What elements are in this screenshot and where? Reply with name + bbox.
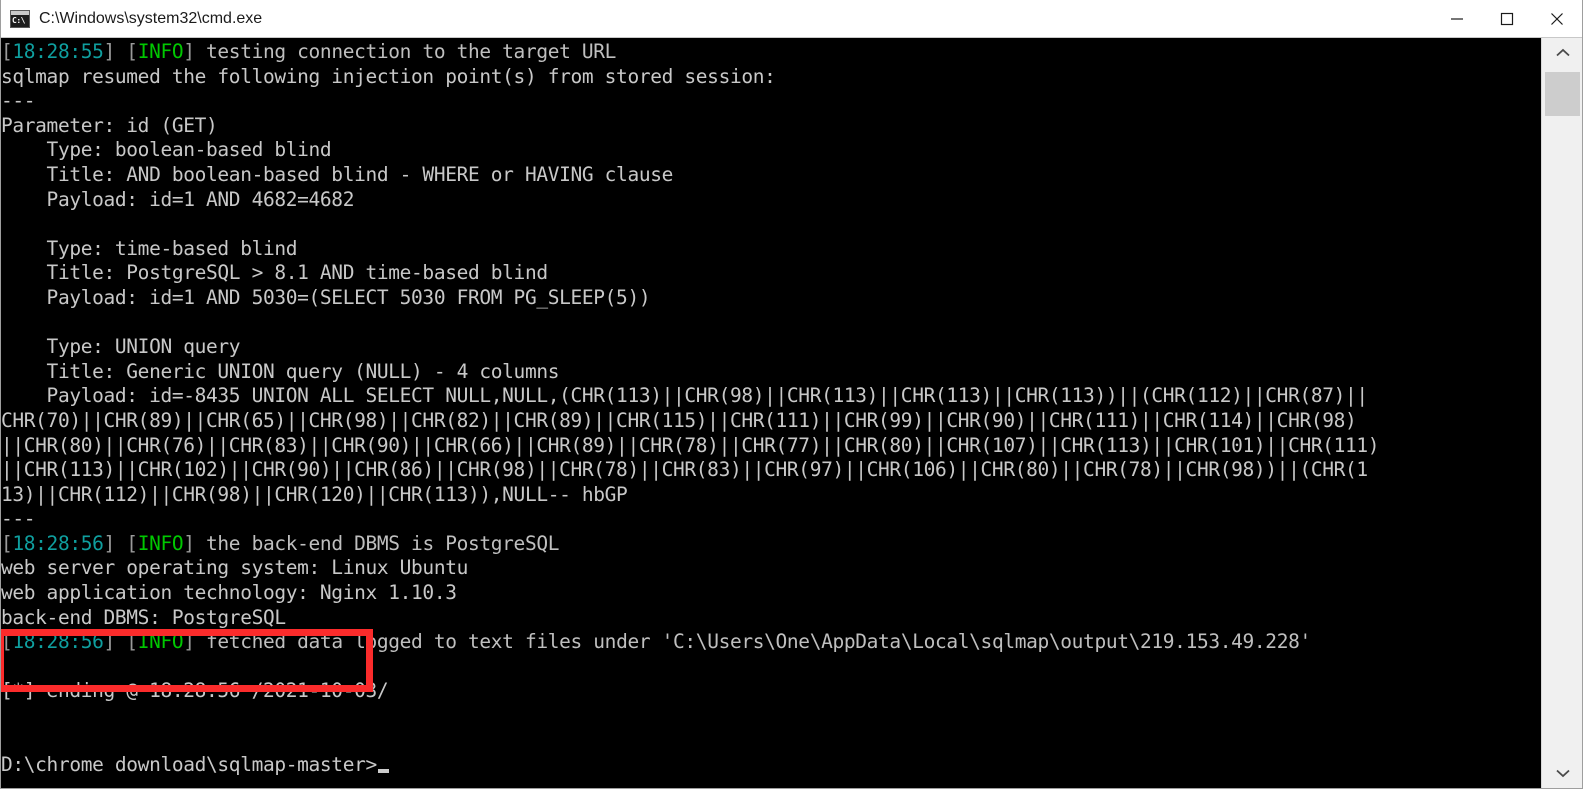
terminal-line: [*] ending @ 18:28:56 /2021-10-03/ [1,679,1541,704]
scroll-thumb[interactable] [1545,72,1580,116]
terminal-text-segment: D:\chrome download\sqlmap-master> [1,753,377,777]
terminal-line: Type: UNION query [1,335,1541,360]
terminal-line: [18:28:56] [INFO] fetched data logged to… [1,630,1541,655]
terminal-cursor [377,769,389,774]
vertical-scrollbar[interactable] [1541,38,1582,788]
terminal-text-segment: back-end DBMS: PostgreSQL [1,605,286,629]
terminal-text-segment: ||CHR(80)||CHR(76)||CHR(83)||CHR(90)||CH… [1,433,1380,457]
terminal-line: ||CHR(113)||CHR(102)||CHR(90)||CHR(86)||… [1,458,1541,483]
terminal-text-segment: Title: Generic UNION query (NULL) - 4 co… [1,359,560,383]
terminal-text-segment: web application technology: Nginx 1.10.3 [1,581,457,605]
terminal-text-segment: sqlmap resumed the following injection p… [1,64,776,88]
terminal-text-segment: ||CHR(113)||CHR(102)||CHR(90)||CHR(86)||… [1,458,1368,482]
terminal-line: ||CHR(80)||CHR(76)||CHR(83)||CHR(90)||CH… [1,434,1541,459]
terminal-text-segment: ] [ [103,40,139,63]
terminal-text-segment: Type: time-based blind [1,236,298,260]
terminal-line: back-end DBMS: PostgreSQL [1,606,1541,631]
terminal-text-segment: INFO [137,531,184,555]
cmd-window: C:\ C:\Windows\system32\cmd.exe [18:28:5… [0,0,1583,789]
terminal-line: Payload: id=1 AND 5030=(SELECT 5030 FROM… [1,286,1541,311]
terminal-text-segment: 18:28:55 [12,40,104,63]
minimize-button[interactable] [1432,0,1482,37]
terminal-text-segment: [ [1,630,13,654]
terminal-text-segment: Type: boolean-based blind [1,138,332,162]
maximize-icon [1500,12,1514,25]
terminal-line: [18:28:56] [INFO] the back-end DBMS is P… [1,532,1541,557]
terminal-text-segment: [ [1,40,13,63]
terminal-text-segment: Title: PostgreSQL > 8.1 AND time-based b… [1,261,549,285]
console-area: [18:28:55] [INFO] testing connection to … [1,38,1582,788]
terminal-output[interactable]: [18:28:55] [INFO] testing connection to … [1,38,1541,788]
terminal-line: --- [1,507,1541,532]
terminal-text-segment: ] [183,40,207,63]
terminal-text-segment: [*] ending @ 18:28:56 /2021-10-03/ [1,679,389,703]
terminal-text-segment: --- [1,89,36,113]
maximize-button[interactable] [1482,0,1532,37]
terminal-text-segment: Parameter: id (GET) [1,113,218,137]
terminal-text-segment: web server operating system: Linux Ubunt… [1,556,468,580]
terminal-text-segment: Payload: id=1 AND 4682=4682 [1,187,355,211]
terminal-text-segment: Type: UNION query [1,335,241,359]
terminal-text-segment: testing connection to the target URL [206,40,617,63]
terminal-text: [18:28:55] [INFO] testing connection to … [1,40,1541,778]
terminal-line: Payload: id=-8435 UNION ALL SELECT NULL,… [1,384,1541,409]
terminal-text-segment: INFO [137,40,184,63]
terminal-text-segment: [ [1,531,13,555]
window-title: C:\Windows\system32\cmd.exe [39,9,263,27]
terminal-line: Parameter: id (GET) [1,114,1541,139]
terminal-line: Type: time-based blind [1,237,1541,262]
terminal-text-segment: ] [ [103,531,139,555]
scroll-down-arrow[interactable] [1542,758,1582,788]
terminal-line: CHR(70)||CHR(89)||CHR(65)||CHR(98)||CHR(… [1,409,1541,434]
terminal-text-segment: CHR(70)||CHR(89)||CHR(65)||CHR(98)||CHR(… [1,408,1357,432]
terminal-line: --- [1,89,1541,114]
terminal-text-segment: 18:28:56 [12,531,104,555]
terminal-line: D:\chrome download\sqlmap-master> [1,753,1541,778]
terminal-text-segment: fetched data logged to text files under … [206,630,1311,654]
terminal-text-segment: Payload: id=-8435 UNION ALL SELECT NULL,… [1,384,1369,408]
close-button[interactable] [1532,0,1582,37]
terminal-text-segment: Payload: id=1 AND 5030=(SELECT 5030 FROM… [1,285,651,309]
terminal-text-segment: the back-end DBMS is PostgreSQL [206,531,560,555]
minimize-icon [1451,17,1463,20]
scroll-up-arrow[interactable] [1542,38,1582,68]
terminal-line: sqlmap resumed the following injection p… [1,65,1541,90]
terminal-text-segment: INFO [137,630,184,654]
terminal-text-segment: ] [ [103,630,139,654]
terminal-line: 13)||CHR(112)||CHR(98)||CHR(120)||CHR(11… [1,483,1541,508]
title-bar[interactable]: C:\ C:\Windows\system32\cmd.exe [1,0,1582,38]
chevron-down-icon [1555,769,1570,778]
terminal-line: web server operating system: Linux Ubunt… [1,556,1541,581]
terminal-line: Title: Generic UNION query (NULL) - 4 co… [1,360,1541,385]
window-controls [1432,0,1582,37]
terminal-text-segment: ] [183,531,207,555]
cmd-icon: C:\ [10,9,30,28]
close-icon [1551,12,1563,25]
terminal-text-segment: Title: AND boolean-based blind - WHERE o… [1,162,674,186]
terminal-line: Payload: id=1 AND 4682=4682 [1,188,1541,213]
chevron-up-icon [1555,48,1570,57]
terminal-line: [18:28:55] [INFO] testing connection to … [1,40,1541,65]
terminal-line: Title: PostgreSQL > 8.1 AND time-based b… [1,261,1541,286]
terminal-line: Title: AND boolean-based blind - WHERE o… [1,163,1541,188]
terminal-text-segment: 18:28:56 [12,630,104,654]
terminal-text-segment: ] [183,630,207,654]
terminal-line: Type: boolean-based blind [1,138,1541,163]
cmd-icon-label: C:\ [12,15,25,25]
terminal-text-segment: 13)||CHR(112)||CHR(98)||CHR(120)||CHR(11… [1,482,628,506]
terminal-text-segment: --- [1,507,36,531]
terminal-line: web application technology: Nginx 1.10.3 [1,581,1541,606]
